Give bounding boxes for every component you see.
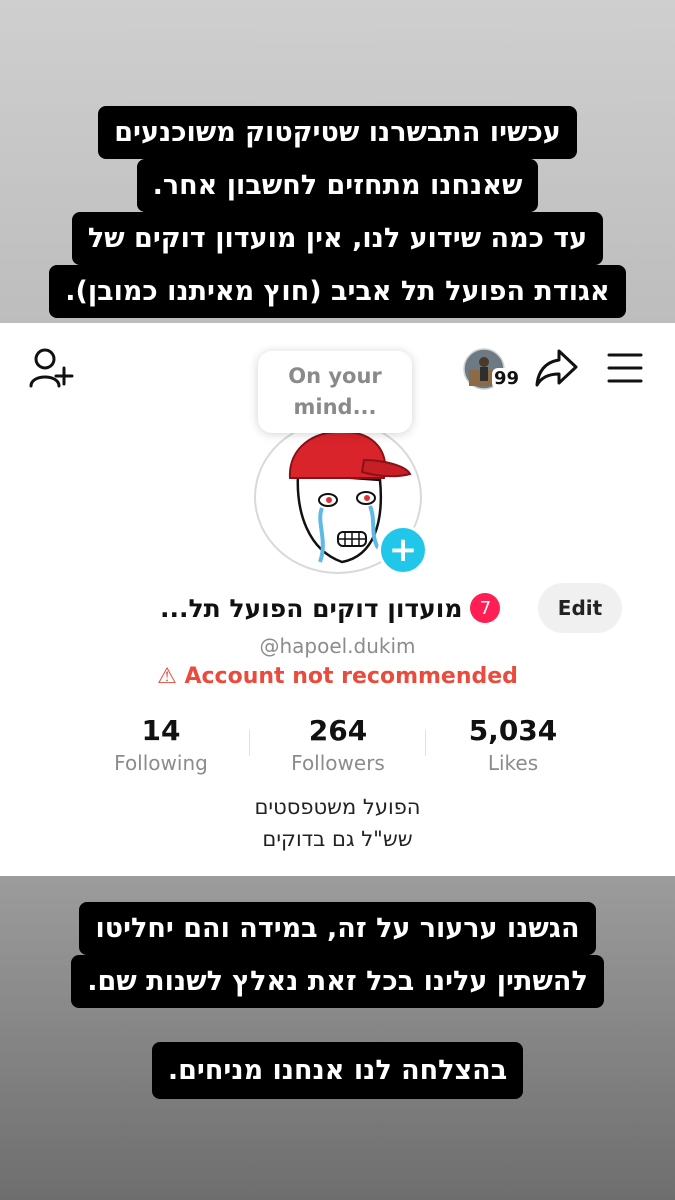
caption-line: אגודת הפועל תל אביב (חוץ מאיתנו כמובן). <box>49 265 626 318</box>
name-row: מועדון דוקים הפועל תל... 7 <box>160 585 501 631</box>
stat-label: Following <box>114 751 208 775</box>
edit-button[interactable]: Edit <box>538 583 622 633</box>
on-your-mind-bubble[interactable]: On your mind... <box>258 351 412 433</box>
caption-line: עד כמה שידוע לנו, אין מועדון דוקים של <box>71 212 604 265</box>
bubble-text: On your mind... <box>288 364 382 419</box>
share-arrow-icon[interactable] <box>534 348 578 392</box>
notification-badge[interactable]: 7 <box>470 593 501 623</box>
person-plus-icon[interactable] <box>28 346 74 394</box>
account-warning[interactable]: ⚠ Account not recommended <box>0 664 675 689</box>
caption-line: עכשיו התבשרנו שטיקטוק משוכנעים <box>98 106 577 159</box>
stat-label: Followers <box>291 751 385 775</box>
stat-value: 5,034 <box>468 714 558 747</box>
stat-value: 14 <box>141 714 181 747</box>
stat-divider <box>249 730 250 756</box>
profile-handle: @hapoel.dukim <box>259 634 416 658</box>
bio-line: שש"ל גם בדוקים <box>262 827 413 851</box>
stat-following[interactable]: 14 Following <box>76 714 246 778</box>
caption-line: להשתין עלינו בכל זאת נאלץ לשנות שם. <box>71 955 604 1008</box>
stat-likes[interactable]: 5,034 Likes <box>428 714 598 778</box>
caption-line: שאנחנו מתחזים לחשבון אחר. <box>136 159 539 212</box>
bio-line: הפועל משטפסטים <box>254 795 421 819</box>
stat-divider <box>425 730 426 756</box>
caption-closing: בהצלחה לנו אנחנו מניחים. <box>0 1042 675 1099</box>
add-story-plus-icon[interactable]: + <box>378 525 428 575</box>
stat-followers[interactable]: 264 Followers <box>253 714 423 778</box>
story-count: 99 <box>492 368 522 389</box>
warning-text: Account not recommended <box>184 664 518 689</box>
caption-line: בהצלחה לנו אנחנו מניחים. <box>151 1042 524 1099</box>
hamburger-menu-icon[interactable] <box>607 352 643 388</box>
caption-top: עכשיו התבשרנו שטיקטוק משוכנעים שאנחנו מת… <box>0 106 675 318</box>
caption-line: הגשנו ערעור על זה, במידה והם יחליטו <box>79 902 596 955</box>
stat-value: 264 <box>308 714 368 747</box>
stat-label: Likes <box>487 751 539 775</box>
caption-bottom: הגשנו ערעור על זה, במידה והם יחליטו להשת… <box>0 902 675 1008</box>
profile-name: מועדון דוקים הפועל תל... <box>160 593 463 623</box>
warning-triangle-icon: ⚠ <box>157 664 177 689</box>
